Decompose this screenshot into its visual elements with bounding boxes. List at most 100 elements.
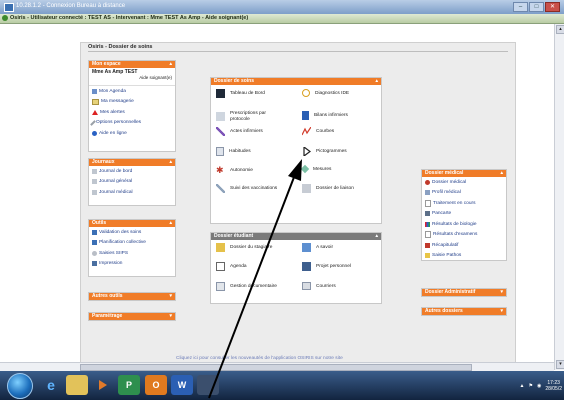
vertical-scrollbar[interactable]: ▴ ▾ [554, 24, 564, 370]
remote-desktop-title-bar: 10.28.1.2 - Connexion Bureau à distance … [0, 0, 564, 15]
dossier-medical-header[interactable]: Dossier médical ▴ [422, 170, 506, 177]
menu-item-recapitulatif[interactable]: Récapitulatif [422, 240, 506, 251]
book-icon [302, 111, 309, 120]
menu-item-agenda[interactable]: Mon Agenda [89, 86, 175, 97]
collapse-icon[interactable]: ▴ [169, 61, 172, 68]
journaux-header[interactable]: Journaux ▴ [89, 159, 175, 166]
menu-item-traitement[interactable]: Traitement en cours [422, 198, 506, 209]
item-projet-personnel[interactable]: Projet personnel [302, 262, 382, 271]
profile-icon [425, 190, 430, 196]
close-button[interactable]: ✕ [545, 2, 560, 12]
menu-item-siips[interactable]: Saisies SIIPS [89, 248, 175, 259]
menu-item-journal-general[interactable]: Journal général [89, 177, 175, 188]
collapse-icon[interactable]: ▴ [169, 159, 172, 166]
autres-dossiers-header[interactable]: Autres dossiers ▾ [422, 308, 506, 315]
remote-desktop-icon [4, 3, 14, 12]
prescription-icon [216, 112, 225, 121]
expand-icon[interactable]: ▾ [500, 308, 503, 315]
menu-item-examens[interactable]: Résultats d'examens [422, 230, 506, 241]
autres-dossiers-panel: Autres dossiers ▾ [421, 307, 507, 316]
horizontal-scrollbar[interactable] [0, 362, 554, 371]
expand-icon[interactable]: ▾ [500, 289, 503, 296]
menu-item-validation[interactable]: Validation des soins [89, 227, 175, 238]
item-courbes[interactable]: Courbes [301, 126, 382, 136]
item-agenda[interactable]: Agenda [216, 262, 296, 271]
minimize-button[interactable]: – [513, 2, 528, 12]
medical-folder-icon [425, 179, 430, 185]
item-courriers[interactable]: Courriers [302, 282, 382, 290]
parametrage-header[interactable]: Paramétrage ▾ [89, 313, 175, 320]
outils-header[interactable]: Outils ▴ [89, 220, 175, 227]
scroll-up-icon[interactable]: ▴ [556, 25, 564, 34]
item-diagnostics-ide[interactable]: Diagnostics IDE [302, 89, 382, 97]
network-icon[interactable]: ▲ [520, 383, 525, 389]
dossier-etudiant-header[interactable]: Dossier étudiant ▴ [211, 233, 381, 240]
item-a-savoir[interactable]: A savoir [302, 243, 382, 252]
item-tableau-de-bord[interactable]: Tableau de Bord [216, 89, 296, 98]
media-player-icon[interactable] [92, 375, 114, 395]
outils-panel: Outils ▴ Validation des soins Planificati… [88, 219, 176, 277]
page-title: Osiris - Dossier de soins [88, 44, 153, 50]
menu-item-messagerie[interactable]: Ma messagerie [89, 97, 175, 108]
restore-button[interactable]: □ [529, 2, 544, 12]
scroll-thumb[interactable] [80, 364, 472, 371]
news-link[interactable]: Cliquez ici pour consulter les nouveauté… [176, 356, 343, 361]
internet-explorer-icon[interactable]: e [40, 375, 62, 395]
menu-item-impression[interactable]: Impression [89, 259, 175, 270]
menu-item-journal-medical[interactable]: Journal médical [89, 187, 175, 198]
menu-item-pancarte[interactable]: Pancarte [422, 209, 506, 220]
collapse-icon[interactable]: ▴ [500, 170, 503, 177]
item-dossier-stagiaire[interactable]: Dossier du stagiaire [216, 243, 296, 252]
item-pictogrammes[interactable]: Pictogrammes [302, 145, 382, 158]
mail-icon [92, 98, 99, 105]
parametrage-panel: Paramétrage ▾ [88, 312, 176, 321]
menu-item-dossier-medical[interactable]: Dossier médical [422, 177, 506, 188]
collapse-icon[interactable]: ▴ [375, 233, 378, 240]
scroll-down-icon[interactable]: ▾ [556, 360, 564, 369]
item-mesures[interactable]: Mesures [300, 164, 382, 174]
menu-item-alertes[interactable]: Mes alertes [89, 107, 175, 118]
menu-item-pathos[interactable]: Saisie Pathos [422, 251, 506, 262]
dossier-medical-panel: Dossier médical ▴ Dossier médical Profil … [421, 169, 507, 261]
autres-outils-header[interactable]: Autres outils ▾ [89, 293, 175, 300]
menu-item-planification[interactable]: Planification collective [89, 238, 175, 249]
dossier-soins-header[interactable]: Dossier de soins ▴ [211, 78, 381, 85]
journal-icon [92, 189, 97, 195]
item-bilans-infirmiers[interactable]: Bilans infirmiers [302, 111, 382, 120]
publisher-icon[interactable]: P [118, 375, 140, 395]
calendar-icon [92, 88, 97, 94]
item-actes-infirmiers[interactable]: Actes infirmiers [216, 127, 296, 136]
expand-icon[interactable]: ▾ [169, 293, 172, 300]
outlook-icon[interactable]: O [145, 375, 167, 395]
remote-desktop-task-icon[interactable] [197, 375, 219, 395]
journal-icon [92, 168, 97, 174]
item-habitudes[interactable]: Habitudes [216, 147, 296, 156]
diagnostic-icon [302, 89, 310, 97]
menu-item-aide[interactable]: Aide en ligne [89, 128, 175, 139]
menu-item-biologie[interactable]: Résultats de biologie [422, 219, 506, 230]
item-dossier-liaison[interactable]: Dossier de liaison [302, 184, 382, 193]
dashboard-icon [216, 89, 225, 98]
item-prescriptions[interactable]: Prescriptions par protocole [216, 111, 296, 122]
browser-icon [2, 15, 8, 21]
collapse-icon[interactable]: ▴ [169, 220, 172, 227]
file-explorer-icon[interactable] [66, 375, 88, 395]
clock[interactable]: 17:23 28/05/2 [545, 380, 562, 392]
volume-icon[interactable]: ◉ [537, 383, 541, 389]
menu-item-options[interactable]: Options personnelles [89, 118, 175, 129]
menu-item-profil-medical[interactable]: Profil médical [422, 188, 506, 199]
printer-icon [92, 261, 97, 267]
expand-icon[interactable]: ▾ [169, 313, 172, 320]
start-button[interactable] [7, 373, 33, 399]
item-autonomie[interactable]: ✱ Autonomie [216, 166, 296, 175]
item-vaccinations[interactable]: Suivi des vaccinations [216, 184, 296, 193]
word-icon[interactable]: W [171, 375, 193, 395]
dossier-administratif-header[interactable]: Dossier Administratif ▾ [422, 289, 506, 296]
mon-espace-header[interactable]: Mon espace ▴ [89, 61, 175, 68]
collapse-icon[interactable]: ▴ [375, 78, 378, 85]
taskbar: e P O W ▲ ⚑ ◉ 17:23 28/05/2 [0, 371, 564, 400]
flag-icon[interactable]: ⚑ [528, 383, 532, 389]
menu-item-journal-bord[interactable]: Journal de bord [89, 166, 175, 177]
chart-icon [301, 126, 312, 136]
item-gestion-documentaire[interactable]: Gestion documentaire [216, 282, 296, 291]
